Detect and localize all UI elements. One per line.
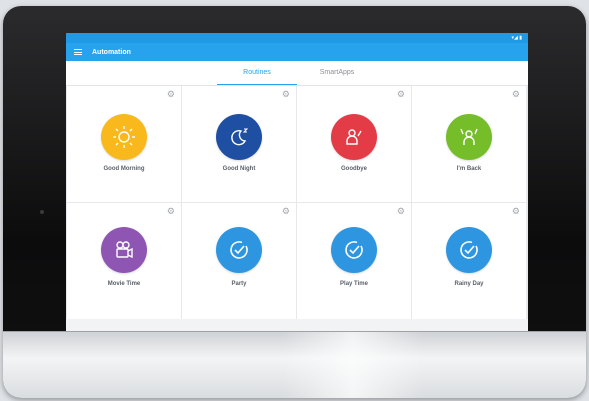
routine-grid: ⚙ Good Morning ⚙ Good Night ⚙ Goodbye ⚙ … — [66, 86, 528, 319]
tab-routines[interactable]: Routines — [217, 61, 297, 85]
routine-tile-movie-time[interactable]: ⚙ Movie Time — [67, 203, 181, 319]
tab-bar: Routines SmartApps — [66, 61, 528, 86]
check-circle-icon — [446, 227, 492, 273]
tile-label: Play Time — [340, 281, 368, 287]
tablet-stand — [3, 331, 586, 398]
moon-sleep-icon — [216, 114, 262, 160]
tile-label: Rainy Day — [454, 281, 484, 287]
tile-label: Good Night — [222, 166, 256, 172]
gear-icon[interactable]: ⚙ — [397, 206, 405, 217]
routine-tile-rainy-day[interactable]: ⚙ Rainy Day — [412, 203, 526, 319]
gear-icon[interactable]: ⚙ — [282, 206, 290, 217]
waving-person-icon — [331, 114, 377, 160]
tile-label: Movie Time — [107, 281, 141, 287]
gear-icon[interactable]: ⚙ — [512, 206, 520, 217]
tile-label: Good Morning — [103, 166, 145, 172]
app-screen: ▾◢ ▮ Automation Routines SmartApps ⚙ Goo… — [66, 33, 528, 332]
gear-icon[interactable]: ⚙ — [167, 89, 175, 100]
routine-tile-goodbye[interactable]: ⚙ Goodbye — [297, 86, 411, 202]
routine-tile-im-back[interactable]: ⚙ I'm Back — [412, 86, 526, 202]
gear-icon[interactable]: ⚙ — [512, 89, 520, 100]
person-arms-up-icon — [446, 114, 492, 160]
page-title: Automation — [92, 48, 131, 56]
check-circle-icon — [216, 227, 262, 273]
menu-icon[interactable] — [74, 48, 82, 57]
routine-tile-party[interactable]: ⚙ Party — [182, 203, 296, 319]
gear-icon[interactable]: ⚙ — [282, 89, 290, 100]
tile-label: Goodbye — [340, 166, 367, 172]
sun-icon — [101, 114, 147, 160]
routine-tile-good-night[interactable]: ⚙ Good Night — [182, 86, 296, 202]
app-bar: Automation — [66, 43, 528, 61]
tab-smartapps[interactable]: SmartApps — [297, 61, 377, 85]
tile-label: I'm Back — [456, 166, 482, 172]
movie-camera-icon — [101, 227, 147, 273]
routine-tile-good-morning[interactable]: ⚙ Good Morning — [67, 86, 181, 202]
tile-label: Party — [231, 281, 247, 287]
status-bar: ▾◢ ▮ — [66, 33, 528, 43]
tablet-frame: ▾◢ ▮ Automation Routines SmartApps ⚙ Goo… — [3, 6, 586, 398]
gear-icon[interactable]: ⚙ — [167, 206, 175, 217]
routine-tile-play-time[interactable]: ⚙ Play Time — [297, 203, 411, 319]
gear-icon[interactable]: ⚙ — [397, 89, 405, 100]
camera-dot — [40, 210, 44, 214]
check-circle-icon — [331, 227, 377, 273]
